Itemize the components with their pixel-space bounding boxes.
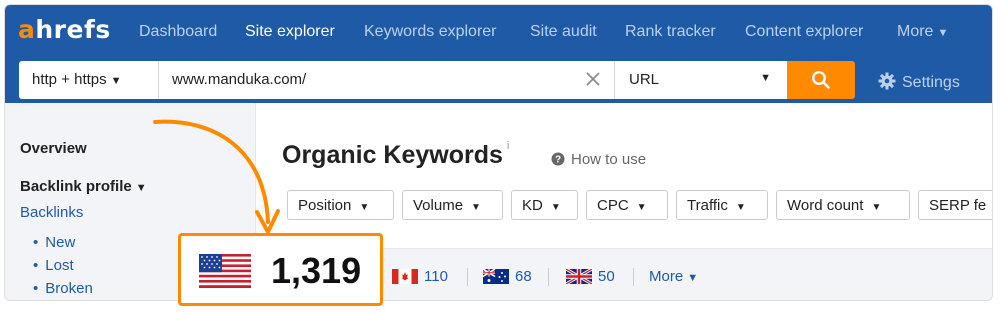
filter-kd[interactable]: KD ▼ bbox=[511, 190, 578, 220]
how-to-use-link[interactable]: ? How to use bbox=[551, 151, 646, 168]
chevron-down-icon: ▼ bbox=[135, 182, 147, 194]
search-icon bbox=[811, 70, 830, 89]
gear-icon bbox=[878, 72, 896, 90]
us-keyword-count: 1,319 bbox=[271, 250, 362, 291]
highlight-callout: 1,319 bbox=[178, 233, 383, 306]
us-flag-icon bbox=[199, 254, 251, 288]
info-icon[interactable]: i bbox=[507, 140, 509, 152]
top-navigation: ahrefs Dashboard Site explorer Keywords … bbox=[5, 5, 992, 61]
filter-position[interactable]: Position ▼ bbox=[287, 190, 394, 220]
filter-word-count[interactable]: Word count ▼ bbox=[776, 190, 910, 220]
clear-icon[interactable] bbox=[583, 69, 603, 89]
settings-label: Settings bbox=[902, 74, 960, 91]
nav-dashboard[interactable]: Dashboard bbox=[139, 23, 217, 41]
divider bbox=[467, 268, 468, 286]
chevron-down-icon: ▼ bbox=[636, 202, 647, 213]
country-uk-value: 50 bbox=[598, 268, 615, 285]
chevron-down-icon: ▼ bbox=[937, 27, 949, 39]
svg-text:?: ? bbox=[555, 155, 561, 166]
url-input[interactable]: www.manduka.com/ bbox=[159, 61, 615, 99]
page-title: Organic Keywords i bbox=[282, 140, 510, 169]
filter-cpc[interactable]: CPC ▼ bbox=[586, 190, 668, 220]
more-countries-button[interactable]: More ▼ bbox=[649, 268, 698, 285]
sidebar-item-backlinks[interactable]: Backlinks bbox=[20, 204, 83, 221]
chevron-down-icon: ▼ bbox=[110, 75, 122, 87]
mode-select[interactable]: URL ▼ bbox=[615, 61, 787, 99]
nav-site-audit[interactable]: Site audit bbox=[530, 23, 597, 41]
ahrefs-logo[interactable]: ahrefs bbox=[18, 15, 111, 44]
search-button[interactable] bbox=[787, 61, 855, 99]
chevron-down-icon: ▼ bbox=[550, 202, 561, 213]
canada-flag-icon bbox=[392, 269, 418, 284]
chevron-down-icon: ▼ bbox=[687, 272, 699, 284]
country-canada-value: 110 bbox=[424, 268, 448, 285]
filter-traffic[interactable]: Traffic ▼ bbox=[676, 190, 768, 220]
uk-flag-icon bbox=[565, 267, 593, 286]
sidebar-section-backlink-profile[interactable]: Backlink profile ▼ bbox=[20, 178, 147, 195]
more-countries-label: More bbox=[649, 268, 684, 285]
australia-flag-icon bbox=[482, 268, 509, 284]
country-uk[interactable]: 50 bbox=[565, 267, 615, 286]
chevron-down-icon: ▼ bbox=[871, 202, 882, 213]
nav-more[interactable]: More ▼ bbox=[897, 23, 948, 41]
sidebar-item-overview[interactable]: Overview bbox=[20, 140, 87, 157]
sidebar-section-label: Backlink profile bbox=[20, 178, 132, 195]
filter-volume[interactable]: Volume ▼ bbox=[402, 190, 503, 220]
protocol-select[interactable]: http + https ▼ bbox=[19, 61, 159, 99]
country-australia[interactable]: 68 bbox=[482, 268, 532, 285]
divider bbox=[548, 268, 549, 286]
chevron-down-icon: ▼ bbox=[471, 202, 481, 213]
divider bbox=[633, 268, 634, 286]
country-canada[interactable]: 110 bbox=[392, 268, 448, 285]
nav-content-explorer[interactable]: Content explorer bbox=[745, 23, 863, 41]
nav-rank-tracker[interactable]: Rank tracker bbox=[625, 23, 716, 41]
sidebar-item-new[interactable]: New bbox=[33, 234, 75, 251]
nav-keywords-explorer[interactable]: Keywords explorer bbox=[364, 23, 497, 41]
search-bar: http + https ▼ www.manduka.com/ URL ▼ Sett… bbox=[5, 61, 992, 103]
chevron-down-icon: ▼ bbox=[359, 202, 370, 213]
help-icon: ? bbox=[551, 152, 565, 166]
sidebar-item-broken[interactable]: Broken bbox=[33, 280, 93, 297]
app-window: ahrefs Dashboard Site explorer Keywords … bbox=[4, 4, 993, 301]
sidebar-item-lost[interactable]: Lost bbox=[33, 257, 73, 274]
filter-serp-features[interactable]: SERP fe bbox=[918, 190, 992, 220]
chevron-down-icon: ▼ bbox=[760, 72, 771, 84]
chevron-down-icon: ▼ bbox=[735, 202, 746, 213]
country-australia-value: 68 bbox=[515, 268, 532, 285]
settings-button[interactable]: Settings bbox=[878, 72, 960, 92]
how-to-use-label: How to use bbox=[571, 151, 647, 168]
nav-more-label: More bbox=[897, 23, 934, 40]
nav-site-explorer[interactable]: Site explorer bbox=[245, 23, 335, 41]
